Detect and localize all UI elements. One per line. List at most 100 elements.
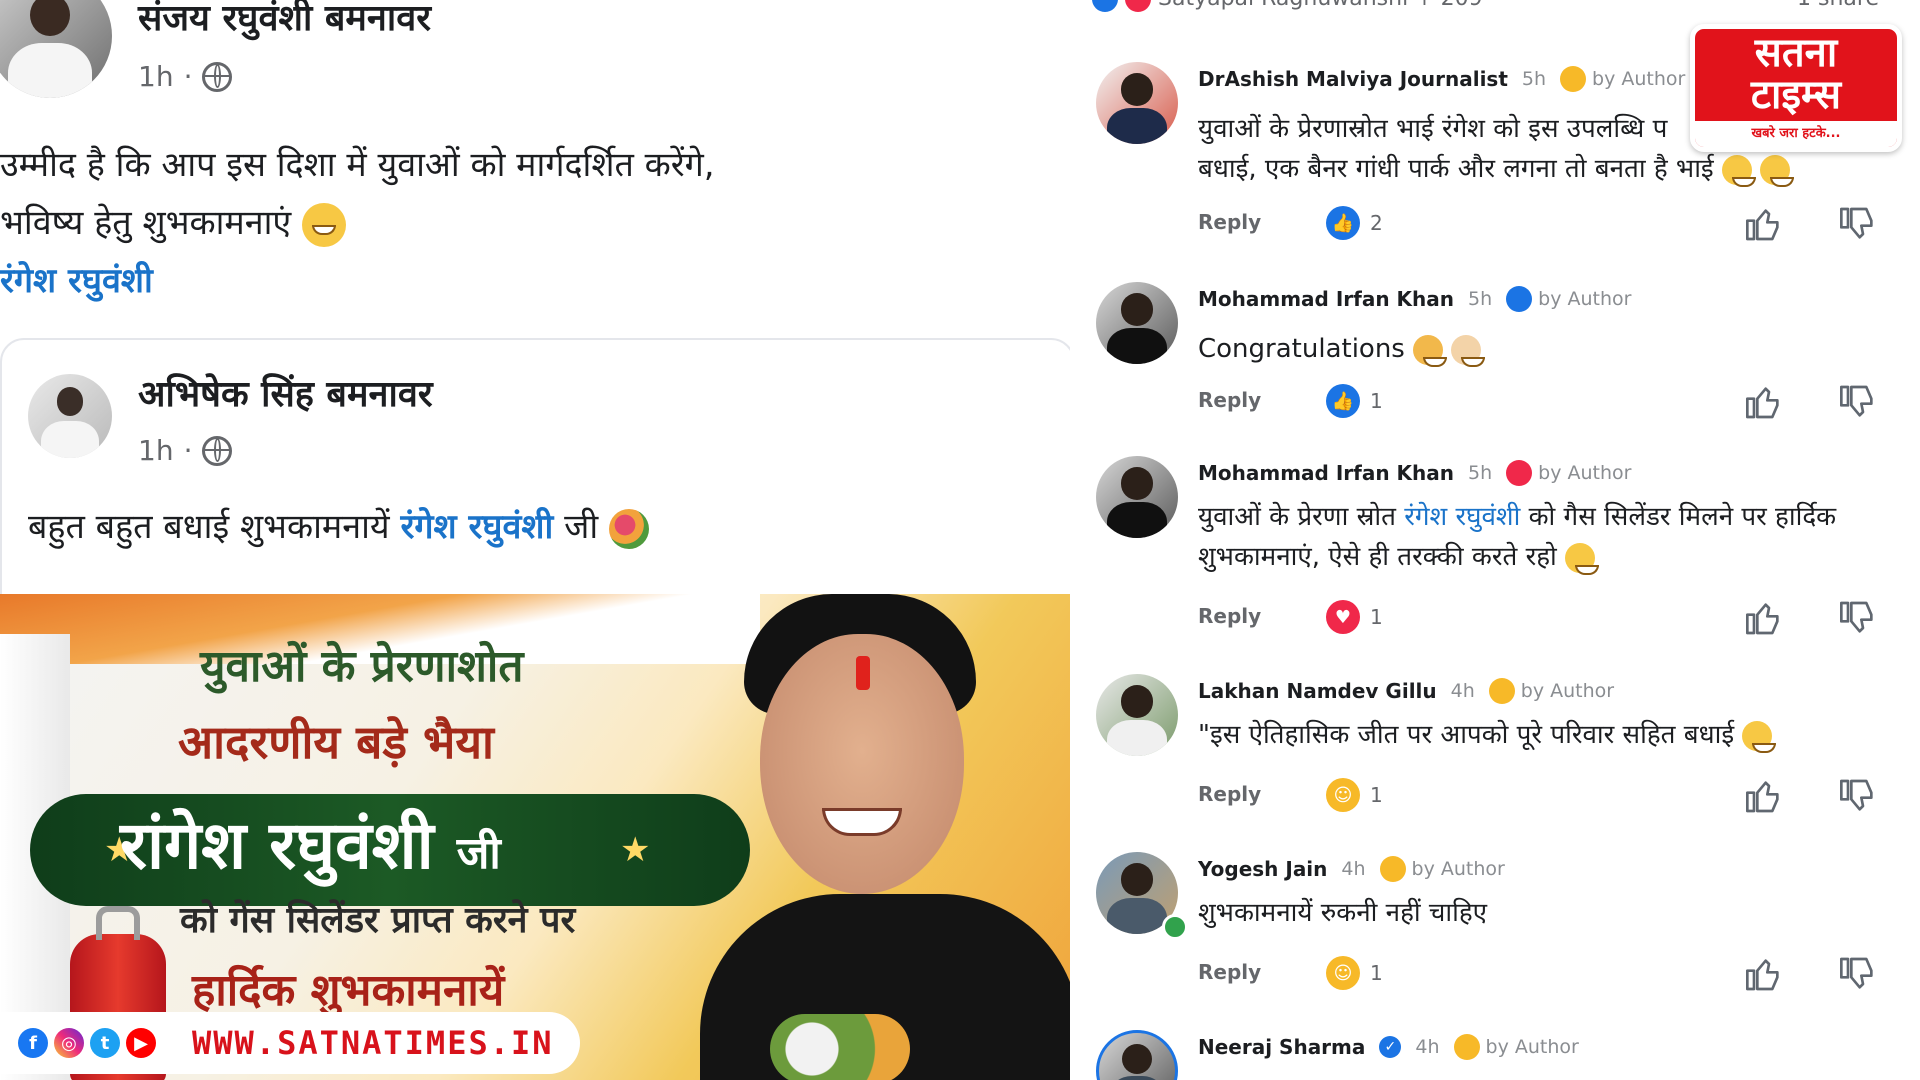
instagram-icon[interactable]: ◎ bbox=[54, 1028, 84, 1058]
comment-actions: Reply ☺ 1 bbox=[1198, 776, 1918, 816]
comment-header: DrAshish Malviya Journalist 5h by Author bbox=[1198, 66, 1685, 92]
comments-panel: Satyapal Raghuwanshi + 209 1 share DrAsh… bbox=[1082, 0, 1920, 1080]
haha-reaction-icon bbox=[1453, 1034, 1480, 1060]
dislike-button-icon[interactable] bbox=[1838, 776, 1878, 816]
comment-mention-link[interactable]: रंगेश रघुवंशी bbox=[1404, 502, 1520, 532]
verified-badge-icon: ✓ bbox=[1379, 1036, 1402, 1058]
post2-banner-image[interactable]: युवाओं के प्रेरणाशोत आदरणीय बड़े भैया ★ … bbox=[0, 594, 1072, 1080]
comment-text-content: Congratulations bbox=[1198, 334, 1405, 364]
comment-time[interactable]: 5h bbox=[1522, 68, 1546, 90]
smile-emoji-icon bbox=[1721, 154, 1756, 187]
grinning-emoji-icon bbox=[1742, 720, 1777, 753]
author-reaction: by Author bbox=[1379, 856, 1505, 882]
post2-author-name[interactable]: अभिषेक सिंह बमनावर bbox=[138, 368, 433, 417]
bouquet-icon bbox=[770, 1014, 910, 1080]
like-button-icon[interactable] bbox=[1744, 382, 1784, 422]
commenter-avatar[interactable] bbox=[1096, 674, 1178, 756]
comment-reactions[interactable]: ☺ 1 bbox=[1326, 778, 1383, 812]
author-reaction: by Author bbox=[1506, 460, 1631, 486]
comment-text-before: युवाओं के प्रेरणा स्रोत bbox=[1198, 502, 1396, 532]
post2-avatar[interactable] bbox=[28, 374, 112, 458]
reactions-count[interactable]: Satyapal Raghuwanshi + 209 bbox=[1158, 0, 1483, 11]
haha-reaction-icon: ☺ bbox=[1326, 956, 1360, 990]
youtube-icon[interactable]: ▶ bbox=[126, 1028, 156, 1058]
haha-reaction-icon bbox=[1560, 66, 1587, 92]
post1-author-name[interactable]: संजय रघुवंशी बमनावर bbox=[138, 0, 431, 41]
comment-reactions[interactable]: ♥ 1 bbox=[1326, 600, 1383, 634]
commenter-name[interactable]: Yogesh Jain bbox=[1198, 857, 1327, 881]
comment-time[interactable]: 5h bbox=[1468, 462, 1492, 484]
commenter-name[interactable]: DrAshish Malviya Journalist bbox=[1198, 67, 1508, 91]
like-reaction-icon: 👍 bbox=[1326, 384, 1360, 418]
comment-text-line1: "इस ऐतिहासिक जीत पर आपको पूरे परिवार सहि… bbox=[1198, 714, 1777, 756]
bouquet-emoji-icon bbox=[608, 508, 649, 549]
post1-time[interactable]: 1h bbox=[138, 60, 174, 93]
love-icon bbox=[1125, 0, 1151, 12]
comment-time[interactable]: 4h bbox=[1415, 1036, 1439, 1058]
commenter-avatar[interactable] bbox=[1096, 62, 1178, 144]
post1-mention-link[interactable]: रंगेश रघुवंशी bbox=[0, 256, 153, 302]
facebook-icon[interactable]: f bbox=[18, 1028, 48, 1058]
reply-button[interactable]: Reply bbox=[1198, 210, 1261, 234]
comment-actions: Reply ♥ 1 bbox=[1198, 598, 1918, 638]
comment-text-line2: बधाई, एक बैनर गांधी पार्क और लगना तो बनत… bbox=[1198, 148, 1795, 190]
reaction-count: 1 bbox=[1370, 783, 1383, 807]
commenter-name[interactable]: Mohammad Irfan Khan bbox=[1198, 287, 1454, 311]
banner-line5: हार्दिक शुभकामनायें bbox=[192, 965, 505, 1016]
like-button-icon[interactable] bbox=[1744, 776, 1784, 816]
reply-button[interactable]: Reply bbox=[1198, 604, 1261, 628]
love-reaction-icon: ♥ bbox=[1326, 600, 1360, 634]
dislike-button-icon[interactable] bbox=[1838, 204, 1878, 244]
post1-meta: 1h · bbox=[138, 60, 233, 93]
post1-avatar[interactable] bbox=[0, 0, 112, 98]
commenter-avatar[interactable] bbox=[1096, 1030, 1178, 1080]
comment-reactions[interactable]: ☺ 1 bbox=[1326, 956, 1383, 990]
share-count[interactable]: 1 share bbox=[1797, 0, 1879, 11]
comment-time[interactable]: 4h bbox=[1451, 680, 1475, 702]
globe-icon bbox=[202, 435, 233, 466]
by-author-label: by Author bbox=[1520, 680, 1615, 702]
commenter-avatar[interactable] bbox=[1096, 282, 1178, 364]
post-feed-panel: संजय रघुवंशी बमनावर 1h · उम्मीद है कि आप… bbox=[0, 0, 1075, 1080]
commenter-name[interactable]: Lakhan Namdev Gillu bbox=[1198, 679, 1437, 703]
reply-button[interactable]: Reply bbox=[1198, 782, 1261, 806]
wink-emoji-icon bbox=[1565, 542, 1600, 575]
like-button-icon[interactable] bbox=[1744, 598, 1784, 638]
comment-time[interactable]: 4h bbox=[1341, 858, 1365, 880]
reply-button[interactable]: Reply bbox=[1198, 960, 1261, 984]
like-button-icon[interactable] bbox=[1744, 204, 1784, 244]
reaction-count: 1 bbox=[1370, 961, 1383, 985]
website-url[interactable]: WWW.SATNATIMES.IN bbox=[192, 1024, 554, 1062]
haha-reaction-icon bbox=[1488, 678, 1515, 704]
comment-reactions[interactable]: 👍 2 bbox=[1326, 206, 1383, 240]
commenter-name[interactable]: Mohammad Irfan Khan bbox=[1198, 461, 1454, 485]
comment-reactions[interactable]: 👍 1 bbox=[1326, 384, 1383, 418]
like-icon bbox=[1092, 0, 1118, 12]
comment-header: Neeraj Sharma ✓ 4h by Author bbox=[1198, 1034, 1579, 1060]
post2-text: बहुत बहुत बधाई शुभकामनायें रंगेश रघुवंशी… bbox=[28, 502, 649, 549]
like-reaction-icon bbox=[1506, 286, 1533, 312]
post2-mention-link[interactable]: रंगेश रघुवंशी bbox=[400, 507, 553, 547]
banner-name-suffix: जी bbox=[456, 828, 501, 879]
panel-divider bbox=[1070, 0, 1082, 1080]
post-reactions-summary: Satyapal Raghuwanshi + 209 bbox=[1092, 0, 1483, 12]
twitter-icon[interactable]: t bbox=[90, 1028, 120, 1058]
dislike-button-icon[interactable] bbox=[1838, 954, 1878, 994]
commenter-name[interactable]: Neeraj Sharma bbox=[1198, 1035, 1365, 1059]
dislike-button-icon[interactable] bbox=[1838, 382, 1878, 422]
post1-text-line1: उम्मीद है कि आप इस दिशा में युवाओं को मा… bbox=[0, 145, 715, 185]
reaction-count: 2 bbox=[1370, 211, 1383, 235]
comment-time[interactable]: 5h bbox=[1468, 288, 1492, 310]
commenter-avatar[interactable] bbox=[1096, 456, 1178, 538]
comment-text-line1: शुभकामनायें रुकनी नहीं चाहिए bbox=[1198, 898, 1488, 928]
watermark-footer: f ◎ t ▶ WWW.SATNATIMES.IN bbox=[0, 1012, 580, 1074]
reply-button[interactable]: Reply bbox=[1198, 388, 1261, 412]
like-button-icon[interactable] bbox=[1744, 954, 1784, 994]
comment-text-line2-content: शुभकामनाएं, ऐसे ही तरक्की करते रहो bbox=[1198, 542, 1557, 572]
grinning-emoji-icon bbox=[302, 202, 347, 247]
dislike-button-icon[interactable] bbox=[1838, 598, 1878, 638]
comment-header: Lakhan Namdev Gillu 4h by Author bbox=[1198, 678, 1614, 704]
comment-text-line2-content: बधाई, एक बैनर गांधी पार्क और लगना तो बनत… bbox=[1198, 154, 1714, 184]
post2-time[interactable]: 1h bbox=[138, 434, 174, 467]
comment-text-line1: युवाओं के प्रेरणास्रोत भाई रंगेश को इस उ… bbox=[1198, 114, 1668, 144]
